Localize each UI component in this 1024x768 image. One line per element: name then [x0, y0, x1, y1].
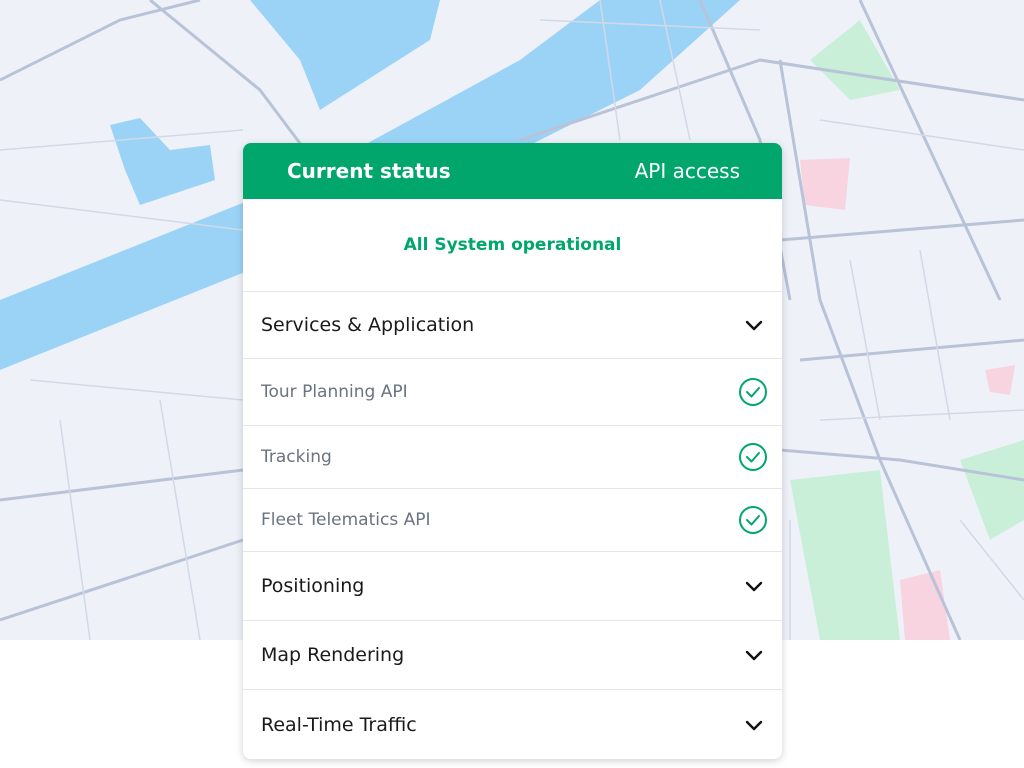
chevron-down-icon[interactable] [744, 315, 764, 335]
status-card-header: Current status API access [243, 143, 782, 199]
system-status-message: All System operational [403, 235, 622, 255]
section-label: Positioning [261, 575, 365, 597]
section-services-application[interactable]: Services & Application [243, 292, 782, 359]
section-map-rendering[interactable]: Map Rendering [243, 621, 782, 690]
section-positioning[interactable]: Positioning [243, 552, 782, 621]
service-row-tour-planning-api: Tour Planning API [243, 359, 782, 426]
chevron-down-icon[interactable] [744, 645, 764, 665]
service-label: Fleet Telematics API [261, 510, 431, 530]
check-circle-icon [738, 442, 768, 472]
chevron-down-icon[interactable] [744, 576, 764, 596]
section-label: Services & Application [261, 314, 475, 336]
service-label: Tracking [261, 447, 332, 467]
check-circle-icon [738, 505, 768, 535]
status-banner: All System operational [243, 199, 782, 292]
check-circle-icon [738, 377, 768, 407]
status-card: Current status API access All System ope… [243, 143, 782, 759]
card-title: Current status [287, 159, 451, 183]
service-label: Tour Planning API [261, 382, 408, 402]
service-row-fleet-telematics-api: Fleet Telematics API [243, 489, 782, 552]
section-label: Map Rendering [261, 644, 405, 666]
section-real-time-traffic[interactable]: Real-Time Traffic [243, 690, 782, 759]
chevron-down-icon[interactable] [744, 715, 764, 735]
section-label: Real-Time Traffic [261, 713, 417, 736]
api-access-link[interactable]: API access [635, 159, 740, 183]
service-row-tracking: Tracking [243, 426, 782, 489]
